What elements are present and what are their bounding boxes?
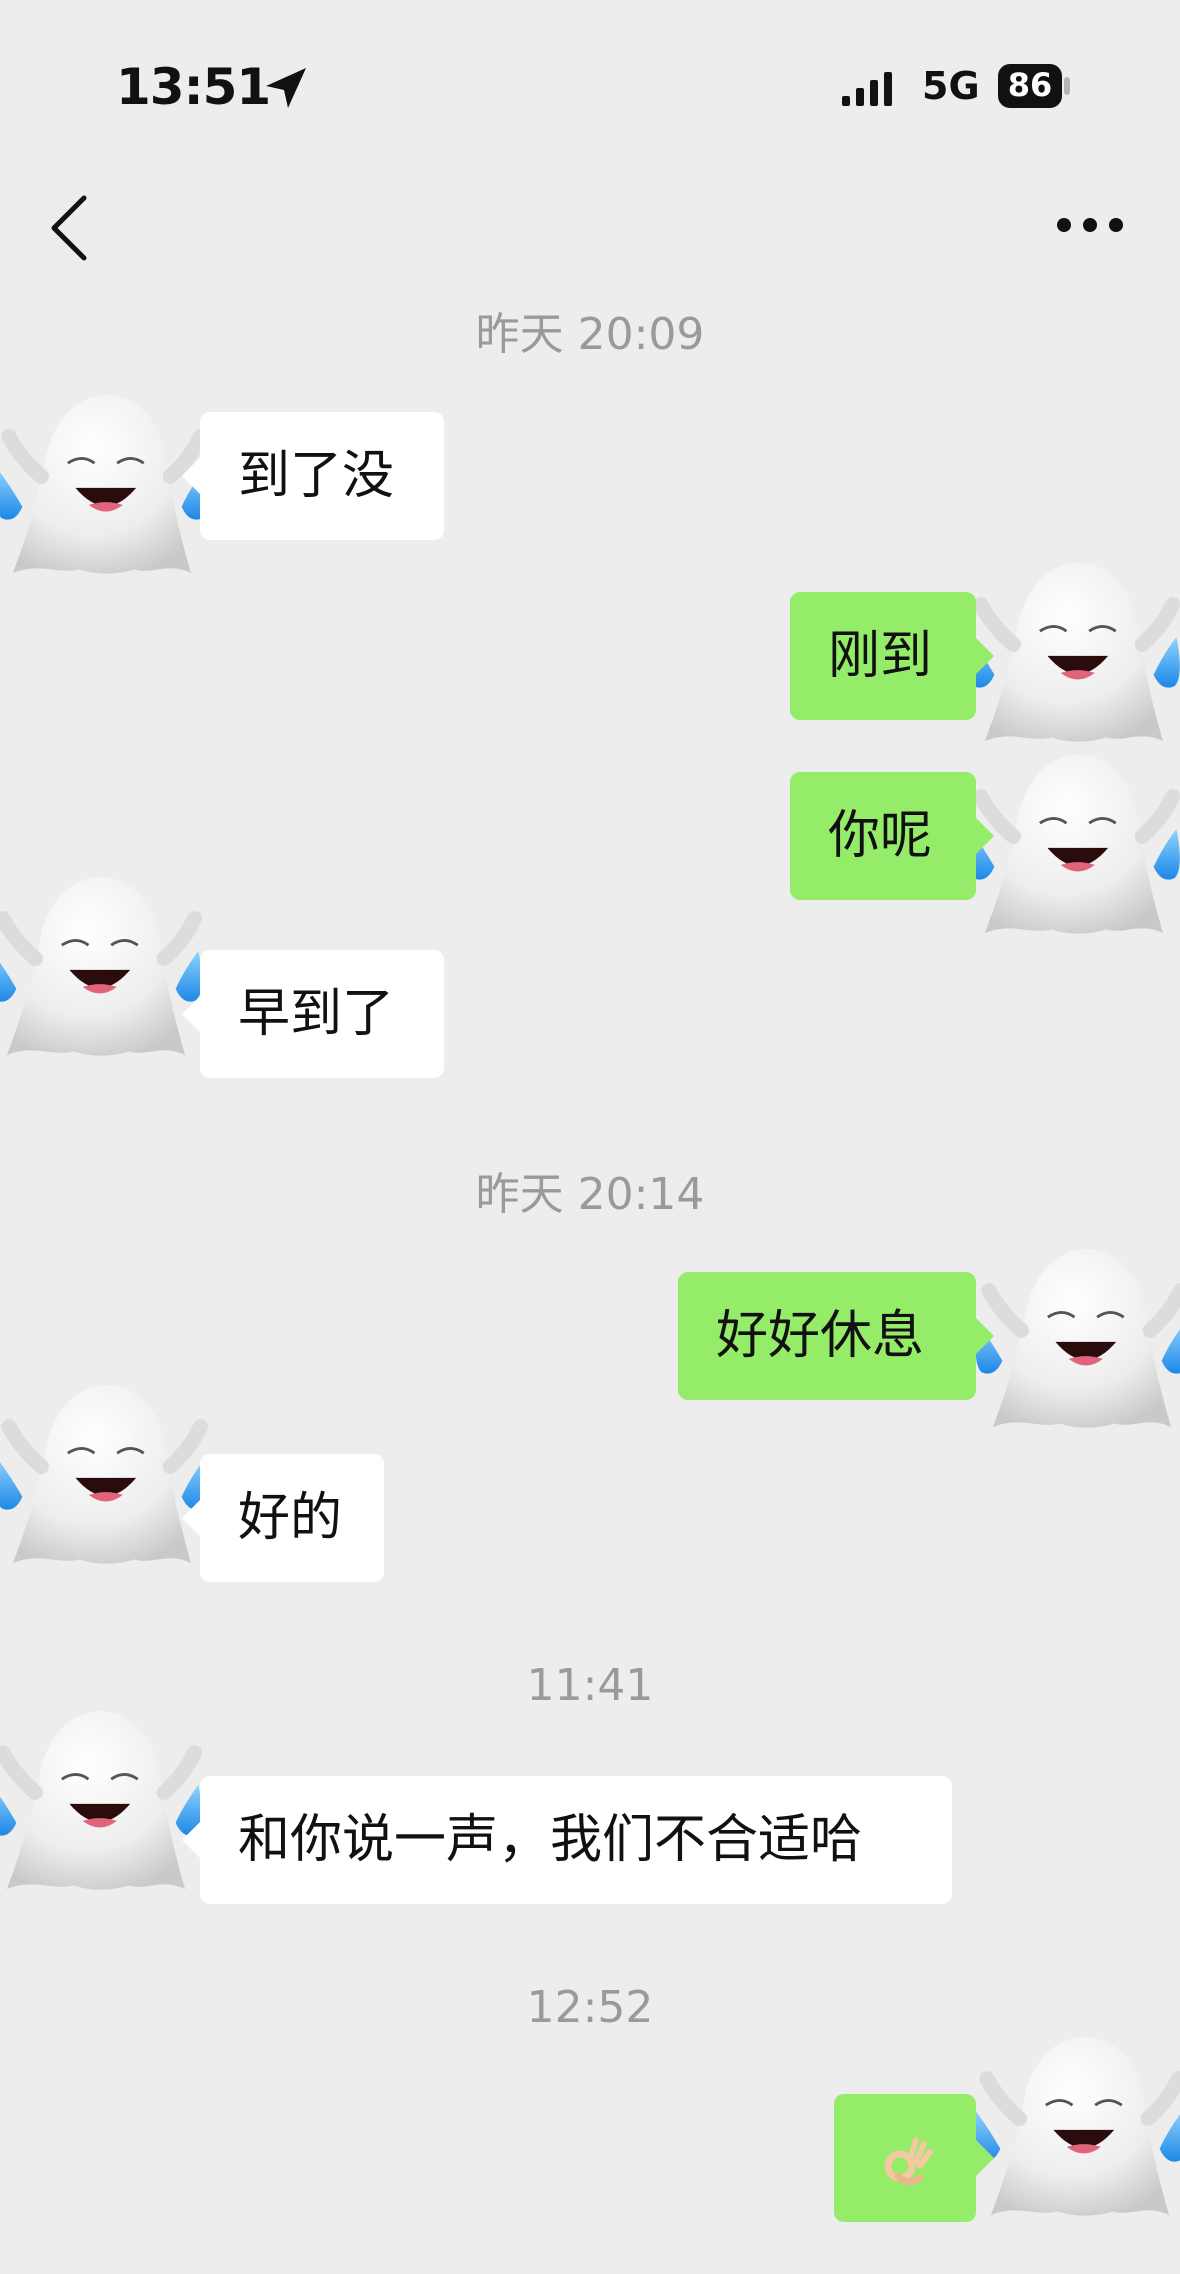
battery-indicator: 86 [998,64,1070,110]
my-avatar[interactable] [970,2022,1180,2232]
location-arrow-icon [266,68,306,108]
message-bubble-incoming[interactable]: 好的 [182,1454,384,1582]
back-button[interactable] [40,190,100,266]
message-bubble-outgoing[interactable]: 你呢 [790,772,994,900]
chevron-left-icon [51,195,87,261]
my-avatar[interactable] [964,740,1180,950]
more-dots-icon [1057,218,1123,232]
contact-avatar[interactable] [0,1370,212,1580]
cellular-signal-icon [842,72,892,106]
status-time: 13:51 [116,58,271,116]
message-bubble-incoming[interactable]: 到了没 [182,412,444,540]
message-bubble-outgoing[interactable] [834,2094,994,2222]
battery-tip [1064,77,1070,95]
timestamp: 昨天 20:09 [475,309,705,360]
status-bar: 13:51 5G 86 [0,0,1180,180]
message-bubble-outgoing[interactable]: 好好休息 [678,1272,994,1400]
more-button[interactable] [1050,200,1130,250]
network-type: 5G [922,64,980,108]
message-bubble-incoming[interactable]: 和你说一声，我们不合适哈 [182,1776,952,1904]
contact-avatar[interactable] [0,862,206,1072]
contact-avatar[interactable] [0,1696,206,1906]
timestamp: 昨天 20:14 [475,1169,705,1220]
ok-hand-icon [884,2137,933,2185]
my-avatar[interactable] [964,548,1180,758]
message-bubble-incoming[interactable]: 早到了 [182,950,444,1078]
contact-avatar[interactable] [0,380,212,590]
battery-level: 86 [1007,66,1053,104]
message-bubble-outgoing[interactable]: 刚到 [790,592,994,720]
my-avatar[interactable] [972,1234,1180,1444]
